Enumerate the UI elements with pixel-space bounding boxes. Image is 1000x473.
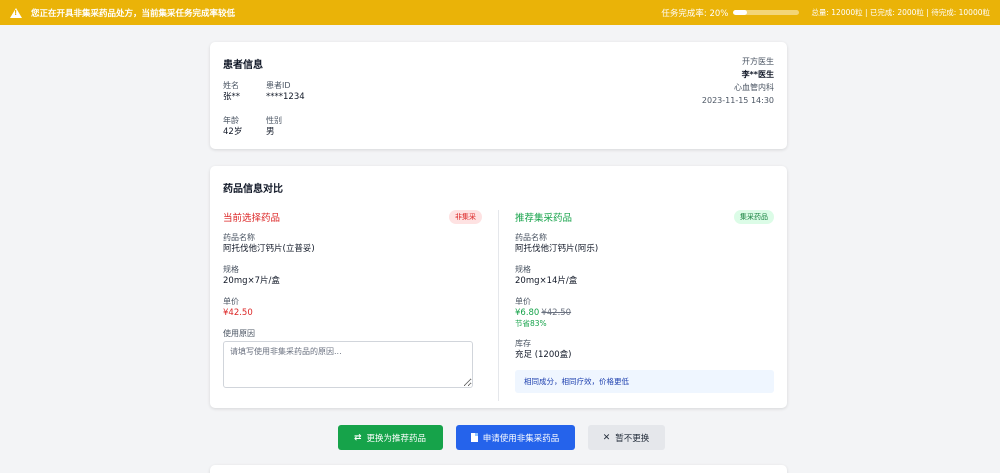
recommended-drug-spec: 20mg×14片/盒 (515, 276, 578, 286)
doctor-label: 开方医生 (742, 57, 774, 66)
current-drug-title: 当前选择药品 (223, 213, 281, 224)
recommendation-note: 相同成分，相同疗效，价格更低 (515, 370, 774, 393)
warning-banner: 您正在开具非集采药品处方，当前集采任务完成率较低 任务完成率: 20% 总量: … (0, 0, 1000, 25)
patient-name: 姓名 张** (223, 81, 241, 102)
drug-compare-title: 药品信息对比 (223, 184, 283, 195)
current-drug-price: ¥42.50 (223, 308, 253, 318)
current-drug-panel: 当前选择药品 非集采 药品名称 阿托伐他汀钙片(立普妥) 规格 20mg×7片/… (223, 210, 499, 401)
recommended-drug-title: 推荐集采药品 (515, 213, 573, 224)
stock-status: 充足 (1200盒) (515, 350, 572, 360)
patient-info-title: 患者信息 (223, 60, 263, 71)
current-drug-spec: 20mg×7片/盒 (223, 276, 280, 286)
replace-drug-button[interactable]: ⇄ 更换为推荐药品 (337, 425, 443, 450)
recommended-drug-panel: 推荐集采药品 集采药品 药品名称 阿托伐他汀钙片(阿乐) 规格 20mg×14片… (499, 210, 774, 401)
file-icon (470, 433, 478, 442)
prescription-datetime: 2023-11-15 14:30 (701, 96, 774, 105)
progress-bar (733, 10, 800, 15)
progress-label: 任务完成率: 20% (661, 8, 729, 19)
original-price: ¥42.50 (541, 308, 572, 318)
swap-icon: ⇄ (353, 432, 362, 443)
progress-fill (733, 10, 747, 15)
patient-info-card: 患者信息 姓名 张** 患者ID ****1234 年龄 42岁 性别 男 开方… (210, 42, 787, 149)
procurement-badge: 集采药品 (734, 210, 774, 224)
action-bar: ⇄ 更换为推荐药品 申请使用非集采药品 ✕ 暂不更换 (0, 425, 1000, 450)
banner-message: 您正在开具非集采药品处方，当前集采任务完成率较低 (31, 8, 236, 19)
apply-non-procurement-button[interactable]: 申请使用非集采药品 (455, 425, 575, 450)
close-icon: ✕ (602, 432, 611, 443)
next-card (210, 465, 787, 473)
patient-age: 年龄 42岁 (223, 116, 243, 137)
recommended-drug-name: 阿托伐他汀钙片(阿乐) (515, 244, 599, 254)
doctor-name: 李**医生 (741, 70, 774, 79)
patient-id: 患者ID ****1234 (266, 81, 305, 102)
drug-compare-card: 药品信息对比 当前选择药品 非集采 药品名称 阿托伐他汀钙片(立普妥) 规格 2… (210, 166, 787, 408)
saving-rate: 节省83% (515, 319, 547, 328)
patient-gender: 性别 男 (266, 116, 282, 137)
prescribing-doctor: 开方医生 李**医生 心血管内科 2023-11-15 14:30 (702, 55, 774, 107)
reason-input[interactable] (223, 341, 473, 388)
doctor-department: 心血管内科 (734, 83, 774, 92)
warning-icon (10, 7, 22, 18)
recommended-drug-price: ¥6.80 ¥42.50 (515, 308, 572, 318)
non-procurement-badge: 非集采 (449, 210, 482, 224)
skip-replace-button[interactable]: ✕ 暂不更换 (587, 425, 665, 450)
task-stats: 总量: 12000粒 | 已完成: 2000粒 | 待完成: 10000粒 (811, 8, 990, 17)
current-drug-name: 阿托伐他汀钙片(立普妥) (223, 244, 315, 254)
